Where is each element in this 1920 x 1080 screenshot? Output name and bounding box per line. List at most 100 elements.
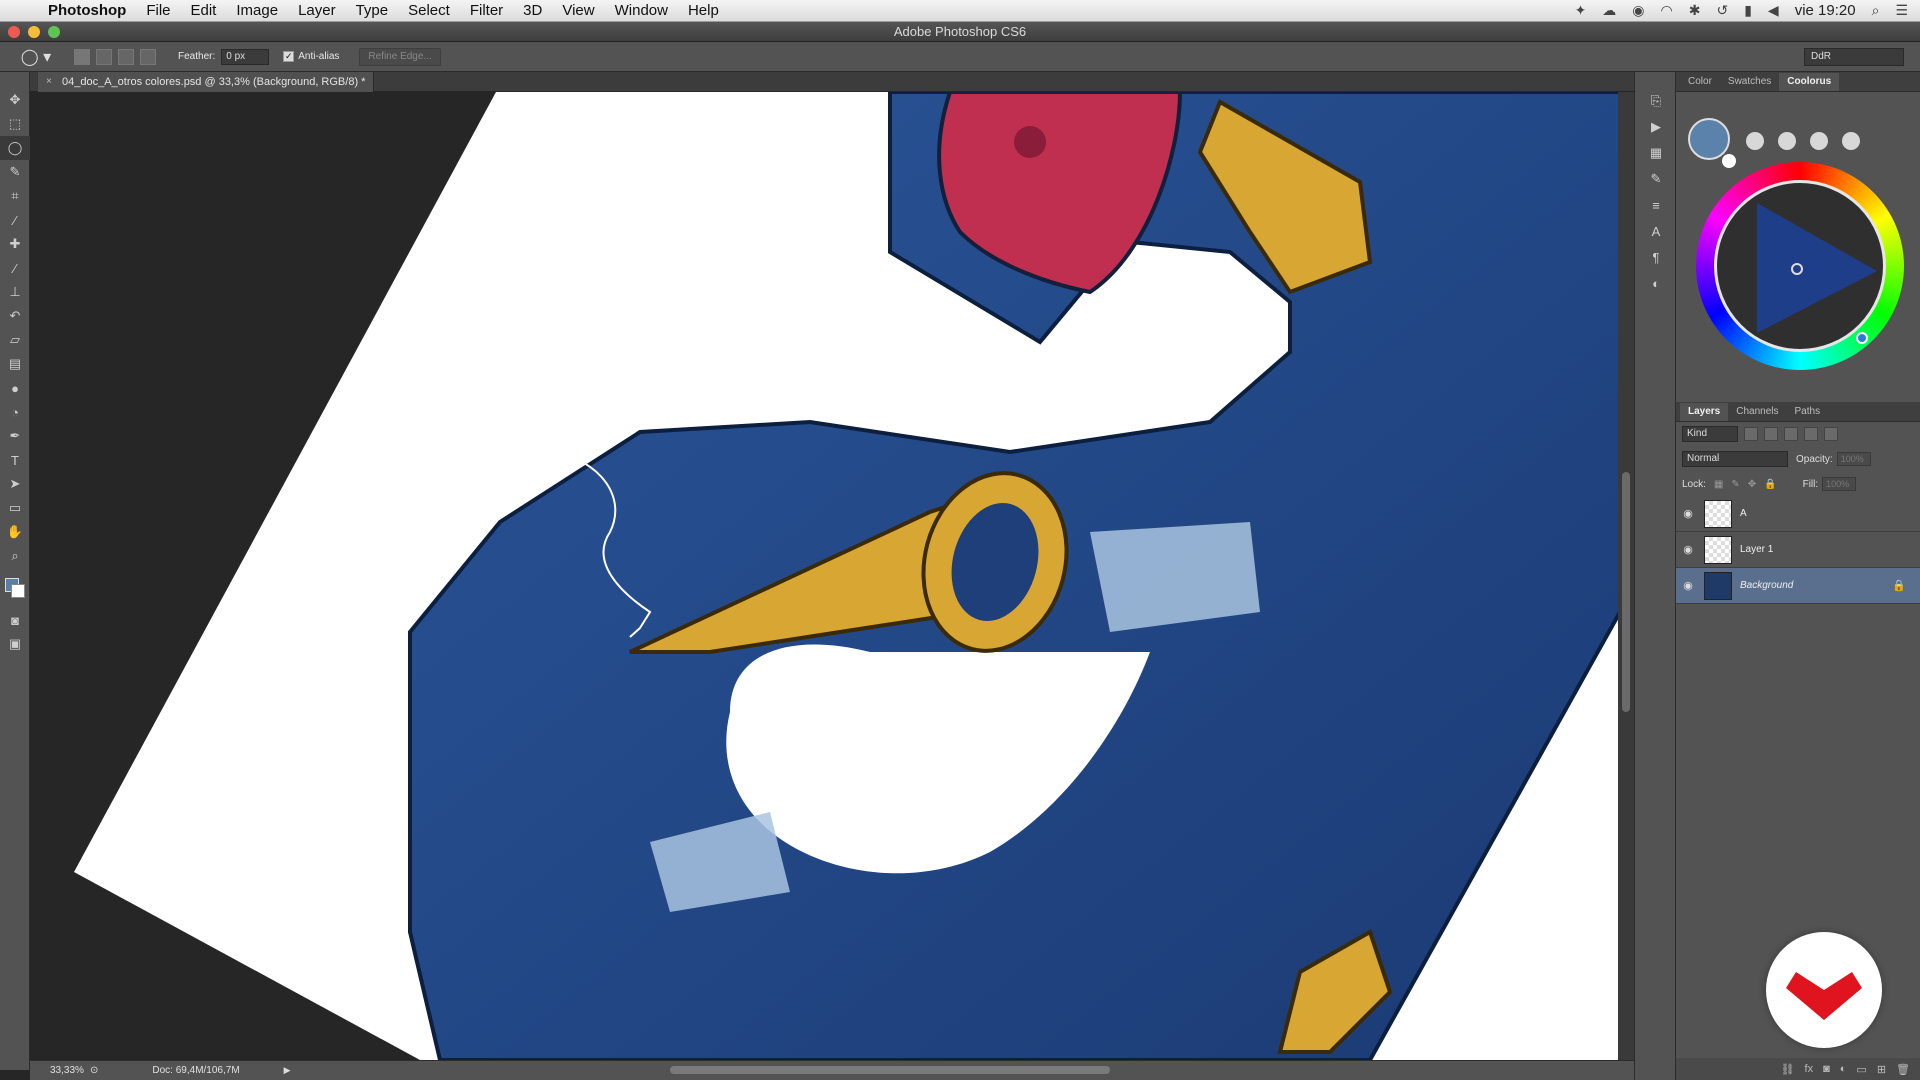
feather-input[interactable]: 0 px — [221, 48, 270, 65]
lock-position-icon[interactable]: ✥ — [1748, 479, 1756, 490]
bluetooth-icon[interactable]: ✱ — [1689, 2, 1701, 19]
clone-stamp-tool-icon[interactable]: ⊥ — [0, 280, 30, 304]
history-panel-icon[interactable]: ⎘ — [1635, 88, 1677, 114]
eye-icon[interactable]: ◉ — [1676, 507, 1700, 520]
marquee-tool-icon[interactable]: ⬚ — [0, 112, 30, 136]
move-tool-icon[interactable]: ✥ — [0, 88, 30, 112]
wifi-icon[interactable]: ◠ — [1661, 2, 1673, 19]
dodge-tool-icon[interactable]: ◔ — [0, 400, 30, 424]
tab-layers[interactable]: Layers — [1680, 403, 1729, 421]
menu-window[interactable]: Window — [605, 0, 678, 22]
type-tool-icon[interactable]: T — [0, 448, 30, 472]
volume-icon[interactable]: ◀ — [1768, 2, 1779, 19]
gradient-tool-icon[interactable]: ▤ — [0, 352, 30, 376]
zoom-tool-icon[interactable]: ⌕ — [0, 544, 30, 568]
actions-panel-icon[interactable]: ▶ — [1635, 114, 1677, 140]
layer-row-a[interactable]: ◉ A — [1676, 496, 1920, 532]
eye-icon[interactable]: ◉ — [1676, 543, 1700, 556]
adjustments-panel-icon[interactable]: ◐ — [1635, 270, 1677, 296]
menu-file[interactable]: File — [136, 0, 180, 22]
screen-mode-icon[interactable]: ▣ — [0, 632, 30, 656]
opacity-input[interactable]: 100% — [1836, 452, 1871, 466]
anti-alias-checkbox[interactable]: ✓ — [283, 51, 295, 62]
close-window-icon[interactable] — [8, 26, 20, 38]
color-triangle[interactable] — [1757, 203, 1877, 333]
blend-mode-select[interactable]: Normal — [1682, 451, 1788, 467]
lasso-tool-preset-icon[interactable]: ◯ ▾ — [12, 46, 60, 68]
history-brush-tool-icon[interactable]: ↶ — [0, 304, 30, 328]
menu-help[interactable]: Help — [678, 0, 729, 22]
notification-center-icon[interactable]: ☰ — [1895, 2, 1908, 19]
flag-icon[interactable]: ▮ — [1744, 2, 1752, 19]
color-swatches[interactable] — [0, 568, 29, 608]
crop-tool-icon[interactable]: ⌗ — [0, 184, 30, 208]
link-layers-icon[interactable]: ⛓ — [1781, 1063, 1795, 1076]
blur-tool-icon[interactable]: ● — [0, 376, 30, 400]
brush-mode-icon[interactable] — [1746, 132, 1764, 150]
dropbox-icon[interactable]: ✦ — [1575, 2, 1587, 19]
layer-row-background[interactable]: ◉ Background 🔒 — [1676, 568, 1920, 604]
zoom-window-icon[interactable] — [48, 26, 60, 38]
menu-filter[interactable]: Filter — [460, 0, 513, 22]
workspace-select[interactable]: DdR — [1804, 47, 1904, 66]
new-layer-icon[interactable]: ⊞ — [1877, 1063, 1886, 1076]
quick-selection-tool-icon[interactable]: ✎ — [0, 160, 30, 184]
zoom-level[interactable]: 33,33% — [30, 1065, 90, 1076]
document-tab[interactable]: × 04_doc_A_otros colores.psd @ 33,3% (Ba… — [38, 72, 375, 92]
rectangle-tool-icon[interactable]: ▭ — [0, 496, 30, 520]
cloud-icon[interactable]: ☁ — [1602, 2, 1616, 19]
menu-layer[interactable]: Layer — [288, 0, 346, 22]
menu-view[interactable]: View — [552, 0, 604, 22]
layer-row-layer-1[interactable]: ◉ Layer 1 — [1676, 532, 1920, 568]
record-icon[interactable]: ◉ — [1632, 2, 1644, 19]
intersect-selection-icon[interactable] — [140, 48, 156, 65]
lock-image-icon[interactable]: ✎ — [1731, 479, 1739, 490]
eraser-tool-icon[interactable]: ▱ — [0, 328, 30, 352]
tab-coolorus[interactable]: Coolorus — [1779, 73, 1840, 91]
minimize-window-icon[interactable] — [28, 26, 40, 38]
tab-color[interactable]: Color — [1680, 73, 1720, 91]
lasso-tool-icon[interactable]: ◯ — [0, 136, 30, 160]
path-selection-tool-icon[interactable]: ➤ — [0, 472, 30, 496]
artwork-canvas[interactable] — [30, 92, 1634, 1060]
subtract-from-selection-icon[interactable] — [118, 48, 134, 65]
color-triangle-area[interactable] — [1714, 180, 1886, 352]
paragraph-panel-icon[interactable]: ¶ — [1635, 244, 1677, 270]
filter-type-icon[interactable] — [1784, 427, 1798, 441]
eyedropper-tool-icon[interactable]: ⁄ — [0, 208, 30, 232]
palette-mode-icon[interactable] — [1842, 132, 1860, 150]
mix-mode-icon[interactable] — [1810, 132, 1828, 150]
menu-app-name[interactable]: Photoshop — [38, 0, 136, 22]
lock-transparent-icon[interactable]: ▦ — [1714, 479, 1723, 490]
filter-pixel-icon[interactable] — [1744, 427, 1758, 441]
menu-image[interactable]: Image — [226, 0, 288, 22]
add-mask-icon[interactable]: ◙ — [1823, 1063, 1830, 1075]
lock-all-icon[interactable]: 🔒 — [1764, 479, 1776, 490]
close-tab-icon[interactable]: × — [46, 72, 52, 92]
filter-adjustment-icon[interactable] — [1764, 427, 1778, 441]
delete-layer-icon[interactable]: 🗑 — [1896, 1063, 1910, 1076]
filter-smart-object-icon[interactable] — [1824, 427, 1838, 441]
vertical-scrollbar[interactable] — [1618, 92, 1634, 1060]
clock[interactable]: vie 19:20 — [1795, 2, 1856, 19]
quick-mask-icon[interactable]: ◙ — [0, 608, 30, 632]
secondary-color-swatch[interactable] — [1722, 154, 1736, 168]
hue-ring-knob[interactable] — [1856, 332, 1868, 344]
menu-edit[interactable]: Edit — [181, 0, 227, 22]
time-machine-icon[interactable]: ↺ — [1716, 2, 1728, 19]
tab-paths[interactable]: Paths — [1787, 403, 1829, 421]
status-info-icon[interactable]: ⊙ — [90, 1065, 98, 1076]
color-wheel[interactable] — [1696, 162, 1904, 370]
eye-icon[interactable]: ◉ — [1676, 579, 1700, 592]
layer-style-icon[interactable]: fx — [1805, 1063, 1814, 1075]
menu-type[interactable]: Type — [346, 0, 399, 22]
character-panel-icon[interactable]: A — [1635, 218, 1677, 244]
spotlight-search-icon[interactable]: ⌕ — [1872, 2, 1880, 19]
brush-panel-icon[interactable]: ≡ — [1635, 192, 1677, 218]
brush-presets-panel-icon[interactable]: ✎ — [1635, 166, 1677, 192]
tab-swatches[interactable]: Swatches — [1720, 73, 1779, 91]
brush-tool-icon[interactable]: ∕ — [0, 256, 30, 280]
new-group-icon[interactable]: ▭ — [1856, 1063, 1866, 1076]
pen-tool-icon[interactable]: ✒ — [0, 424, 30, 448]
menu-3d[interactable]: 3D — [513, 0, 552, 22]
